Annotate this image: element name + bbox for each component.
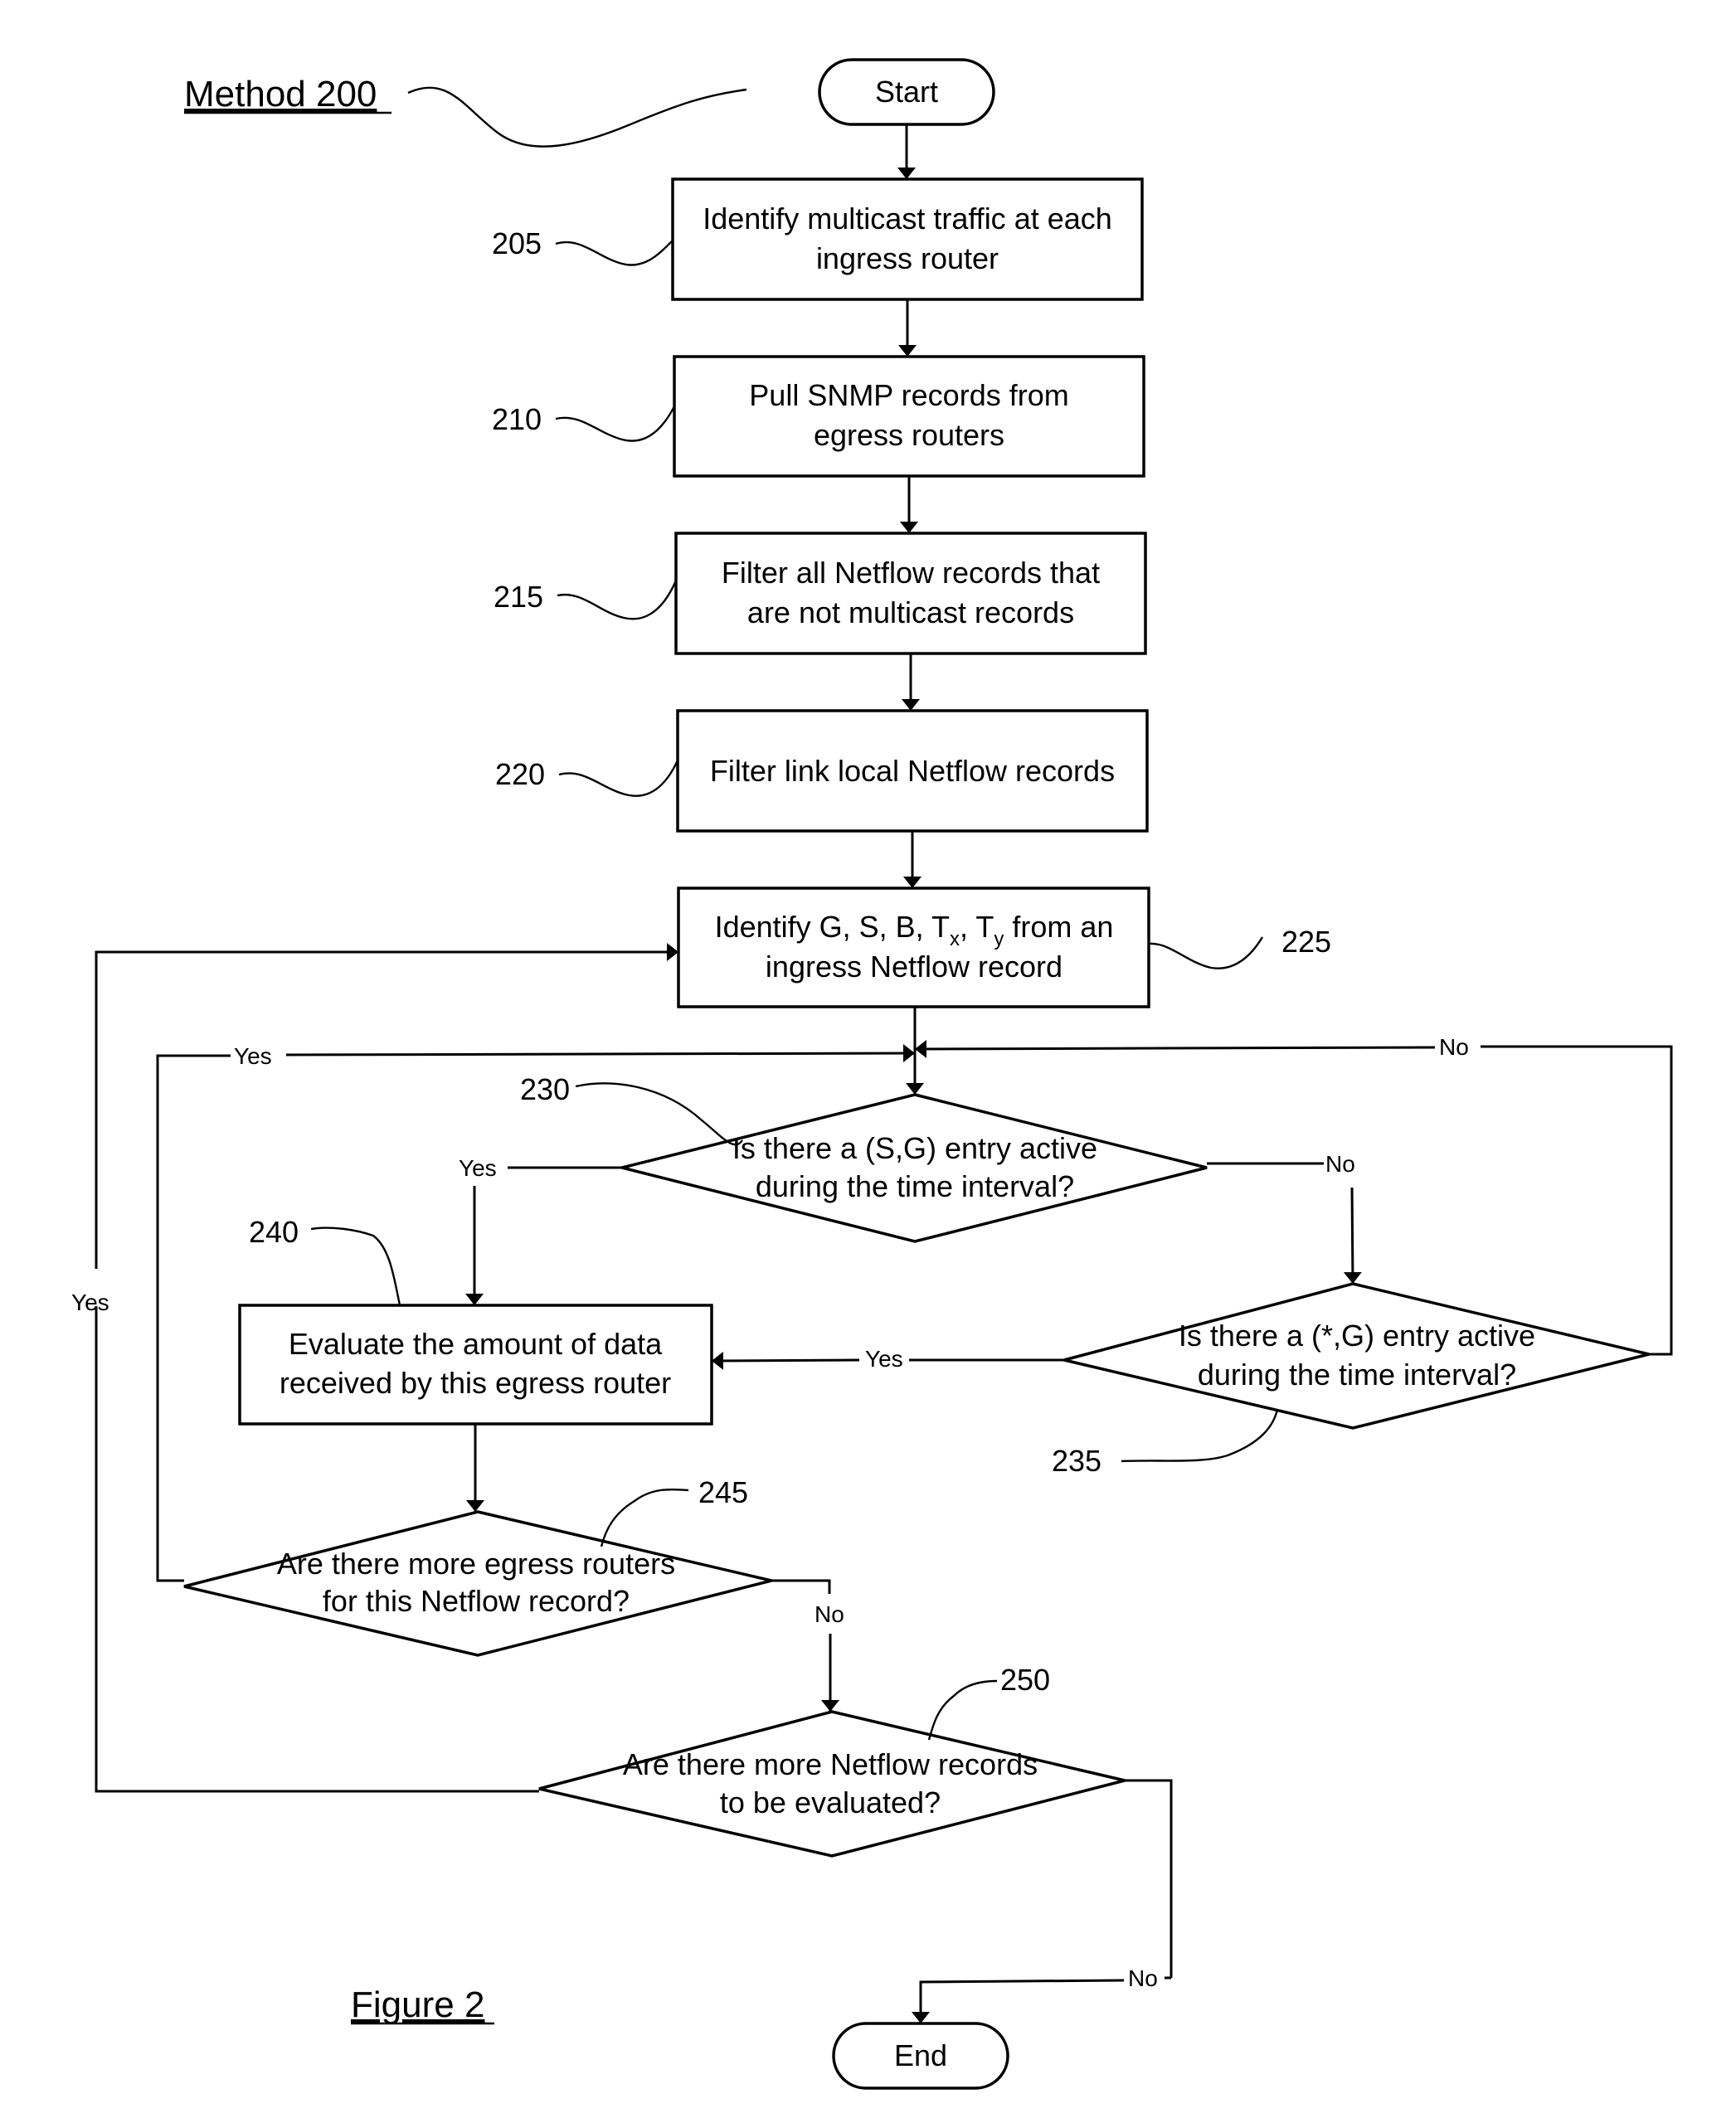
decision-250-text-line1: Are there more Netflow records (623, 1747, 1038, 1781)
decision-235-text-line2: during the time interval? (1198, 1358, 1516, 1392)
leader-210 (555, 406, 676, 442)
step-210-text-line2: egress routers (814, 418, 1004, 452)
step-225-sub-x: x (950, 928, 960, 950)
edge-245-no (771, 1579, 831, 1594)
leader-215 (557, 580, 678, 620)
step-215-text-line2: are not multicast records (747, 595, 1074, 629)
decision-235-diamond (1063, 1282, 1650, 1430)
arrow-250-no-to-end (912, 1979, 1125, 2023)
leader-225 (1148, 936, 1264, 969)
step-240-text-line2: received by this egress router (280, 1366, 671, 1400)
step-225-suffix: from an (1004, 910, 1113, 944)
loop-245-yes-to-junction (156, 1054, 231, 1582)
loop-250-yes-to-225-upper (95, 943, 678, 1269)
label-245-yes: Yes (234, 1043, 272, 1069)
loop-235-no-to-junction-left (914, 1039, 1436, 1058)
decision-230-text-line1: Is there a (S,G) entry active (732, 1131, 1097, 1165)
step-215-box (674, 532, 1147, 655)
decision-245-text-line2: for this Netflow record? (323, 1584, 630, 1618)
decision-230-text-line2: during the time interval? (756, 1169, 1074, 1203)
step-215-text-line1: Filter all Netflow records that (722, 556, 1100, 590)
decision-250-diamond (538, 1710, 1126, 1858)
start-label: Start (875, 75, 938, 109)
step-205-text-line1: Identify multicast traffic at each (703, 202, 1112, 236)
step-205-text-line2: ingress router (816, 241, 999, 275)
step-240-text-line1: Evaluate the amount of data (289, 1327, 663, 1361)
leader-235 (1121, 1409, 1279, 1463)
leader-250 (927, 1679, 998, 1741)
ref-215: 215 (494, 580, 543, 614)
step-210-text-line1: Pull SNMP records from (749, 378, 1068, 412)
ref-250: 250 (1000, 1663, 1050, 1697)
figure-caption: Figure 2 (351, 1984, 484, 2025)
end-label: End (894, 2038, 947, 2072)
ref-220: 220 (495, 757, 545, 791)
step-225-box (677, 887, 1150, 1008)
label-250-yes: Yes (71, 1290, 109, 1315)
edge-250-no (1125, 1779, 1173, 1978)
arrow-230-no-to-235 (1343, 1187, 1362, 1285)
label-235-no: No (1439, 1034, 1469, 1060)
decision-250-text-line2: to be evaluated? (720, 1785, 941, 1819)
decision-245-text-line1: Are there more egress routers (277, 1547, 675, 1581)
ref-210: 210 (492, 402, 542, 436)
label-250-no: No (1128, 1965, 1158, 1991)
arrow-235-yes-to-240 (711, 1351, 860, 1370)
ref-225: 225 (1281, 925, 1331, 959)
decision-235-text-line1: Is there a (*,G) entry active (1179, 1319, 1535, 1353)
leader-245 (600, 1488, 689, 1547)
flowchart: Method 200 Start Identify multicast traf… (71, 58, 1673, 2090)
step-225-sub-y: y (994, 928, 1004, 950)
label-230-yes: Yes (459, 1155, 497, 1181)
decision-230-diamond (621, 1093, 1208, 1243)
ref-240: 240 (249, 1215, 299, 1249)
label-245-no: No (815, 1601, 844, 1627)
leader-205 (555, 240, 673, 266)
loop-245-yes-to-junction-upper (285, 1044, 916, 1063)
step-210-box (673, 355, 1145, 478)
step-225-mid: , T (960, 910, 994, 944)
ref-230: 230 (520, 1072, 570, 1106)
step-225-text-line2: ingress Netflow record (766, 950, 1063, 984)
step-225-prefix: Identify G, S, B, T (715, 910, 950, 944)
method-leader-line (407, 86, 747, 148)
leader-240 (310, 1227, 401, 1306)
leader-230 (575, 1082, 743, 1146)
ref-245: 245 (698, 1475, 748, 1509)
loop-235-no-to-junction (1481, 1045, 1673, 1356)
ref-235: 235 (1052, 1444, 1101, 1478)
leader-220 (558, 760, 679, 797)
label-230-no: No (1325, 1151, 1355, 1177)
step-220-text-line1: Filter link local Netflow records (710, 754, 1115, 788)
step-240-box (238, 1304, 713, 1426)
method-label: Method 200 (184, 74, 377, 114)
ref-205: 205 (492, 226, 542, 260)
step-205-box (671, 177, 1144, 301)
label-235-yes: Yes (865, 1346, 903, 1372)
